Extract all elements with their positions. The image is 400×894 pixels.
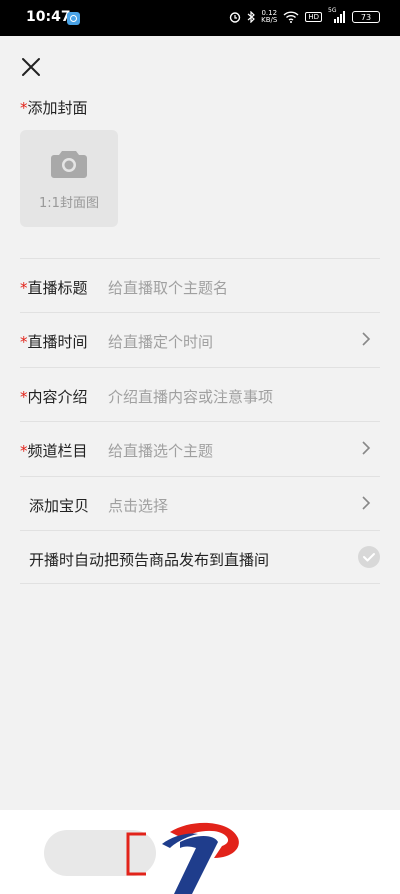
form-row-products[interactable]: 添加宝贝 点击选择: [20, 476, 380, 531]
status-icons: 0.12 KB/S HD 5G 73: [229, 7, 380, 24]
status-time: 10:47: [26, 9, 71, 25]
status-bar: 10:47 0.12 KB/S HD 5G 73: [0, 0, 400, 36]
form-row-time[interactable]: *直播时间 给直播定个时间: [20, 312, 380, 367]
hd-badge: HD: [305, 12, 322, 22]
row-label-text: 直播标题: [27, 279, 88, 297]
logo-watermark: [162, 822, 239, 894]
row-label: *频道栏目: [20, 440, 88, 461]
row-label-text: 频道栏目: [27, 442, 88, 460]
wifi-icon: [283, 11, 299, 23]
bluetooth-icon: [247, 11, 256, 23]
title-input[interactable]: 给直播取个主题名: [108, 277, 228, 298]
row-label-text: 内容介绍: [27, 388, 88, 406]
required-mark: *: [20, 388, 28, 406]
add-cover-button[interactable]: 1:1封面图: [20, 130, 118, 227]
signal-icon: 5G: [328, 7, 346, 23]
net-speed-unit: KB/S: [261, 16, 278, 24]
form-row-auto-publish[interactable]: 开播时自动把预告商品发布到直播间: [20, 530, 380, 585]
chevron-right-icon: [362, 332, 371, 346]
form-row-title[interactable]: *直播标题 给直播取个主题名: [20, 258, 380, 313]
intro-input[interactable]: 介绍直播内容或注意事项: [108, 386, 273, 407]
battery-level: 73: [360, 12, 372, 22]
required-mark: *: [20, 333, 28, 351]
app-notification-icon: [67, 12, 80, 25]
chevron-right-icon: [362, 496, 371, 510]
required-mark: *: [20, 442, 28, 460]
red-bracket-mark: [126, 832, 146, 876]
chevron-right-icon: [362, 441, 371, 455]
cover-placeholder: 1:1封面图: [39, 196, 99, 211]
camera-icon: [51, 151, 87, 178]
row-label: 添加宝贝: [29, 495, 89, 516]
row-label-text: 直播时间: [27, 333, 88, 351]
form-row-channel[interactable]: *频道栏目 给直播选个主题: [20, 421, 380, 476]
close-icon[interactable]: [18, 54, 44, 80]
form-row-intro[interactable]: *内容介绍 介绍直播内容或注意事项: [20, 367, 380, 422]
battery-icon: 73: [352, 11, 380, 23]
channel-picker[interactable]: 给直播选个主题: [108, 440, 213, 461]
row-label: *内容介绍: [20, 386, 88, 407]
cover-label: *添加封面: [20, 97, 88, 118]
product-picker[interactable]: 点击选择: [108, 495, 168, 516]
divider: [20, 583, 380, 584]
required-mark: *: [20, 99, 28, 117]
alarm-icon: [229, 12, 241, 23]
time-picker[interactable]: 给直播定个时间: [108, 331, 213, 352]
auto-publish-label: 开播时自动把预告商品发布到直播间: [29, 551, 270, 569]
auto-publish-checkbox[interactable]: [358, 546, 380, 568]
row-label: *直播标题: [20, 277, 88, 298]
net-speed: 0.12 KB/S: [261, 10, 277, 24]
cover-label-text: 添加封面: [27, 99, 88, 117]
row-label: *直播时间: [20, 331, 88, 352]
check-icon: [363, 553, 375, 562]
required-mark: *: [20, 279, 28, 297]
row-label-text: 添加宝贝: [29, 497, 90, 515]
